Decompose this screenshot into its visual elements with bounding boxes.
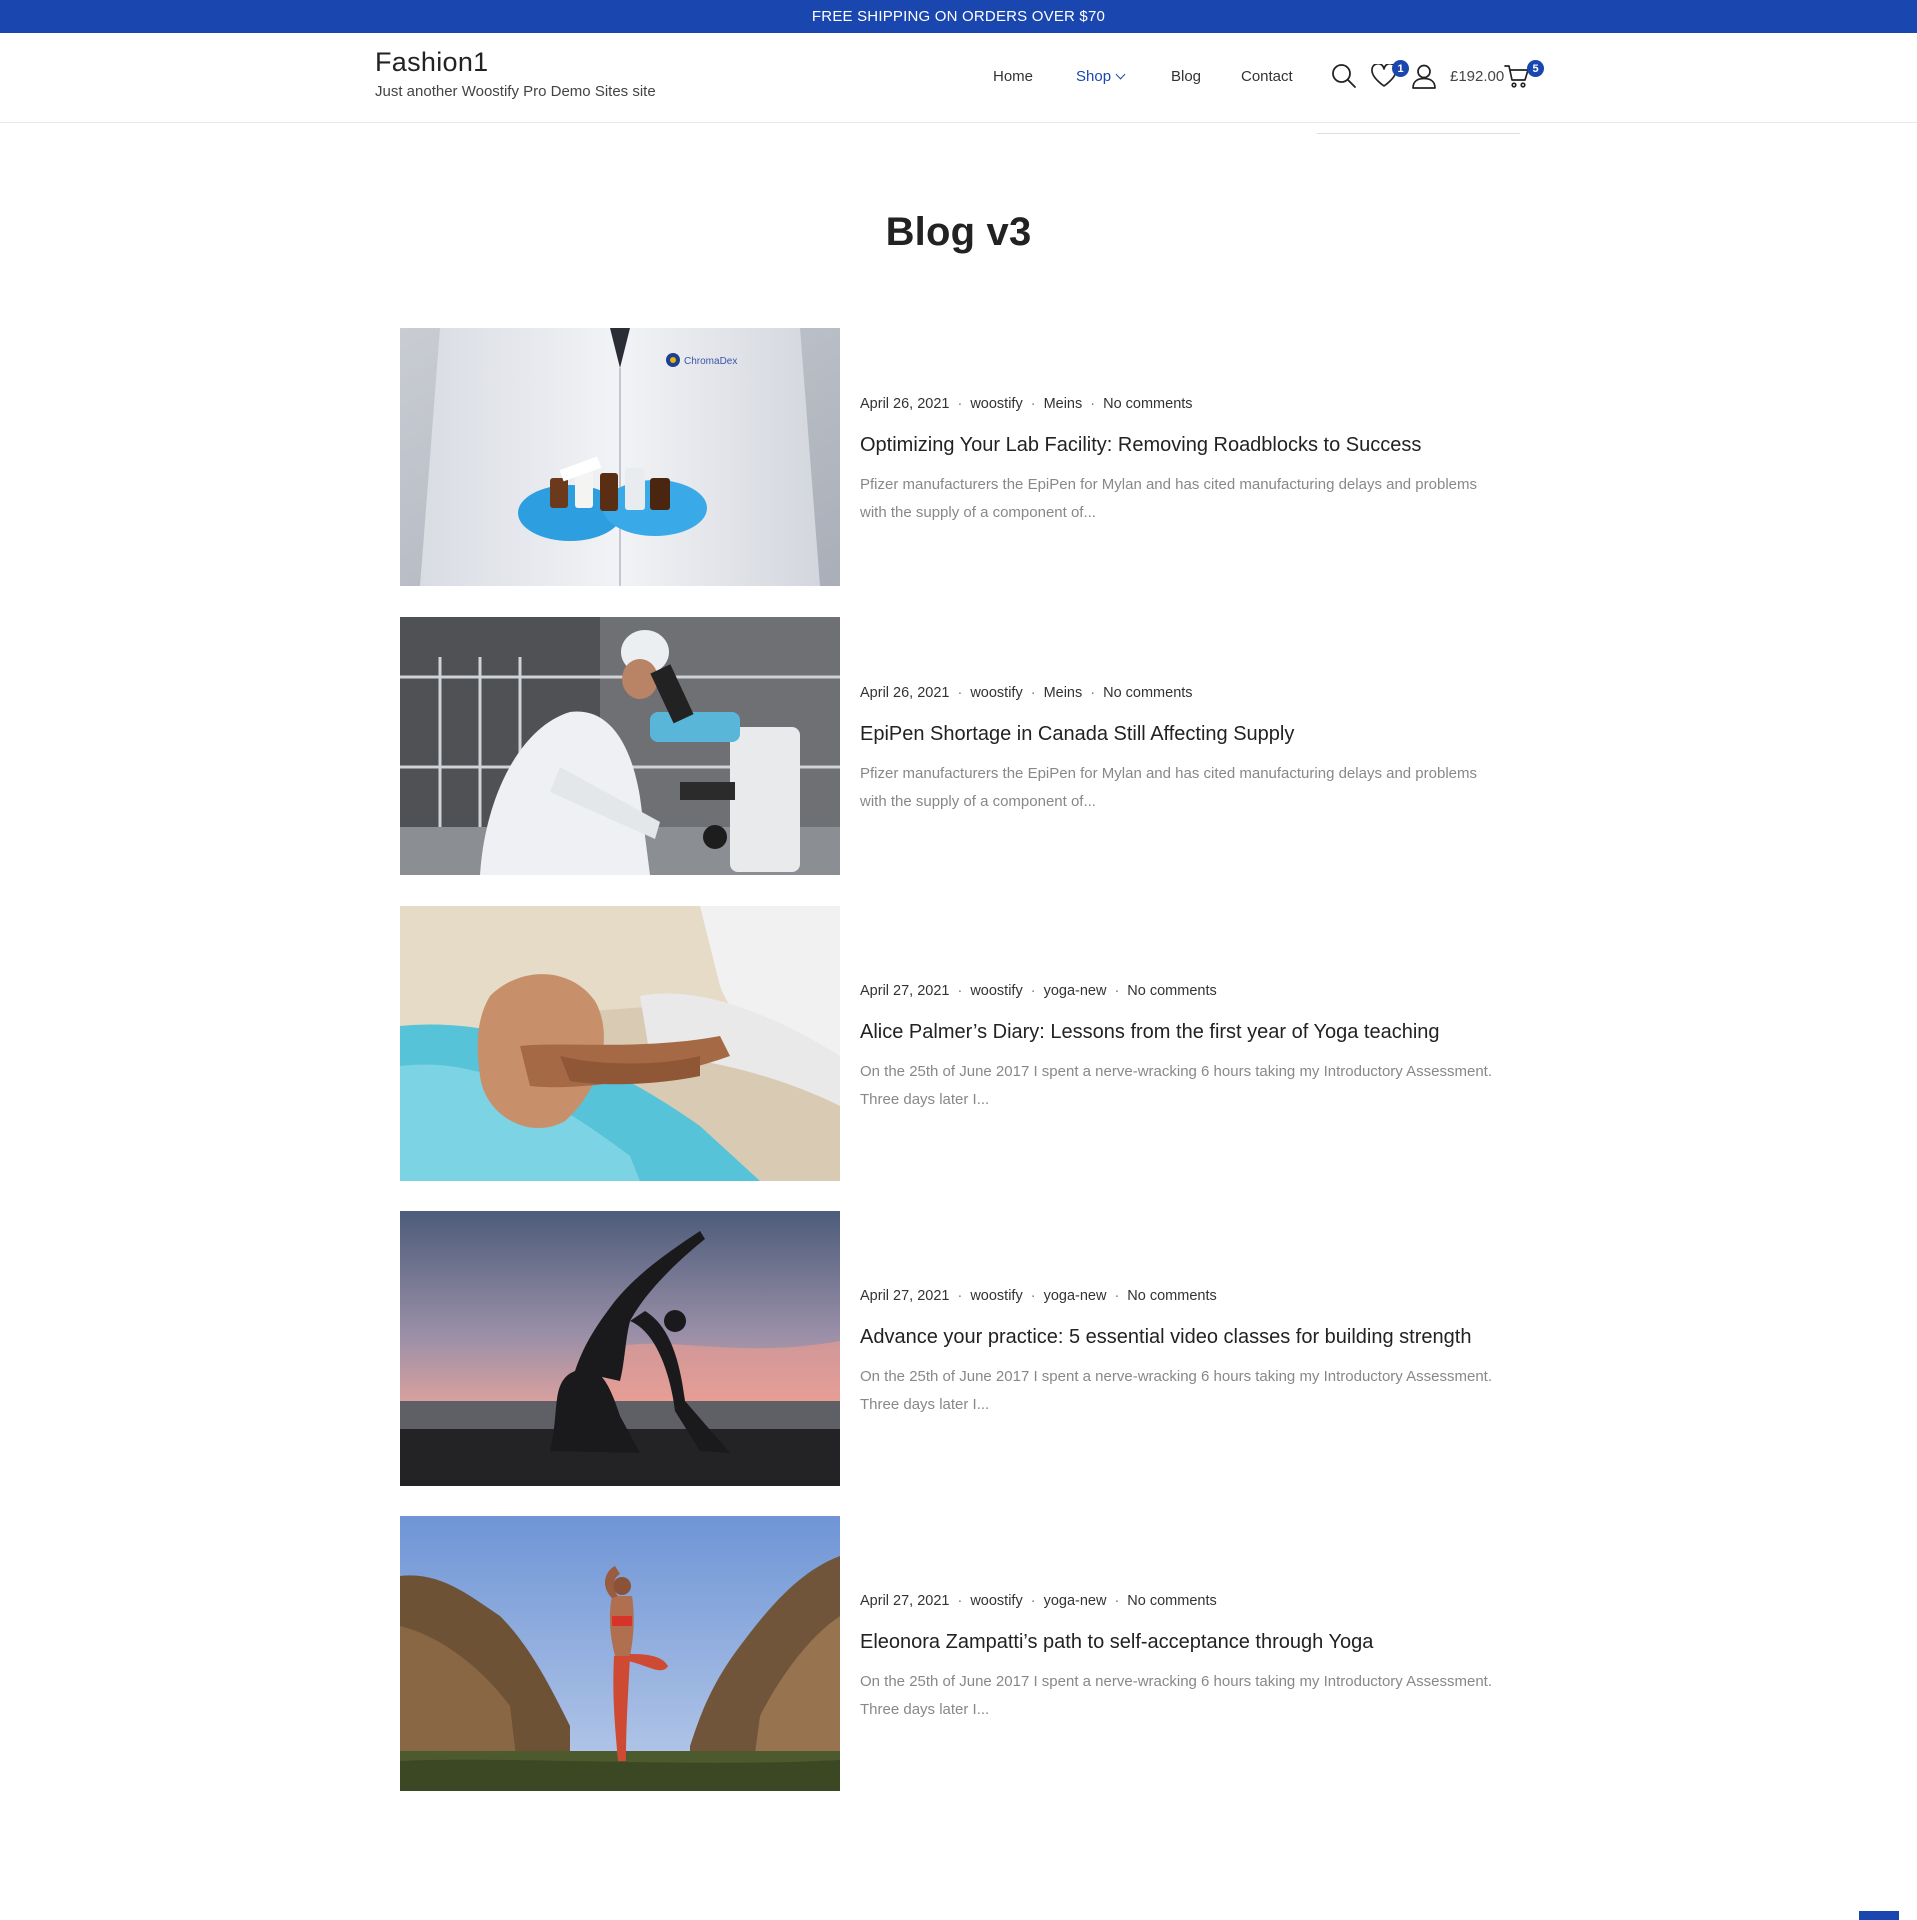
post-category[interactable]: yoga-new bbox=[1044, 1288, 1107, 1304]
post-category[interactable]: Meins bbox=[1044, 685, 1083, 701]
post-content: April 27, 2021 · woostify · yoga-new · No comm… bbox=[860, 1286, 1520, 1419]
post-excerpt-line: with the supply of a component of... bbox=[860, 504, 1096, 521]
post-thumbnail[interactable] bbox=[400, 906, 840, 1181]
post-content: April 26, 2021 · woostify · Meins · No comment… bbox=[860, 394, 1520, 527]
post-thumbnail[interactable] bbox=[400, 1516, 840, 1791]
post-title[interactable]: Eleonora Zampatti’s path to self-accepta… bbox=[860, 1629, 1520, 1655]
site-header: Fashion1 Just another Woostify Pro Demo … bbox=[0, 33, 1917, 123]
nav-item-shop-label: Shop bbox=[1076, 68, 1112, 85]
post-title[interactable]: Advance your practice: 5 essential video… bbox=[860, 1324, 1520, 1350]
post-thumbnail[interactable]: ChromaDex bbox=[400, 328, 840, 586]
post-excerpt-line: Pfizer manufacturers the EpiPen for Myla… bbox=[860, 765, 1477, 782]
post-author[interactable]: woostify bbox=[970, 983, 1022, 999]
page-title: Blog v3 bbox=[885, 210, 1032, 254]
post-meta: April 27, 2021 · woostify · yoga-new · No comm… bbox=[860, 1593, 1217, 1609]
post-title[interactable]: Optimizing Your Lab Facility: Removing R… bbox=[860, 432, 1520, 458]
site-title[interactable]: Fashion1 bbox=[375, 46, 656, 78]
post-excerpt-line: Three days later I... bbox=[860, 1701, 990, 1718]
blog-post: April 27, 2021 · woostify · yoga-new · No comm… bbox=[400, 1211, 1520, 1486]
post-excerpt-line: On the 25th of June 2017 I spent a nerve… bbox=[860, 1063, 1493, 1080]
post-title[interactable]: EpiPen Shortage in Canada Still Affectin… bbox=[860, 721, 1520, 747]
nav-item-shop[interactable]: Shop bbox=[1076, 67, 1126, 87]
post-content: April 27, 2021 · woostify · yoga-new · No comm… bbox=[860, 1591, 1520, 1724]
nav-item-home[interactable]: Home bbox=[993, 67, 1033, 87]
post-date[interactable]: April 27, 2021 bbox=[860, 1593, 949, 1609]
post-comments[interactable]: No comments bbox=[1103, 396, 1192, 412]
announcement-bar: FREE SHIPPING ON ORDERS OVER $70 bbox=[0, 0, 1917, 33]
blog-post: April 26, 2021 · woostify · Meins · No comment… bbox=[400, 617, 1520, 875]
post-excerpt-line: On the 25th of June 2017 I spent a nerve… bbox=[860, 1368, 1493, 1385]
nav-item-contact[interactable]: Contact bbox=[1241, 67, 1293, 87]
post-comments[interactable]: No comments bbox=[1127, 983, 1216, 999]
post-meta: April 26, 2021 · woostify · Meins · No comment… bbox=[860, 396, 1193, 412]
search-icon[interactable] bbox=[1331, 63, 1357, 94]
post-excerpt-line: with the supply of a component of... bbox=[860, 793, 1096, 810]
post-author[interactable]: woostify bbox=[970, 396, 1022, 412]
nav-item-blog[interactable]: Blog bbox=[1171, 67, 1201, 87]
dropdown-divider bbox=[1317, 133, 1520, 134]
cart-total[interactable]: £192.00 bbox=[1450, 67, 1504, 87]
post-date[interactable]: April 27, 2021 bbox=[860, 1288, 949, 1304]
post-meta: April 27, 2021 · woostify · yoga-new · No comm… bbox=[860, 1288, 1217, 1304]
post-excerpt: Pfizer manufacturers the EpiPen for Myla… bbox=[860, 471, 1520, 527]
post-author[interactable]: woostify bbox=[970, 685, 1022, 701]
post-excerpt-line: On the 25th of June 2017 I spent a nerve… bbox=[860, 1673, 1493, 1690]
post-thumbnail-logo-text: ChromaDex bbox=[684, 356, 737, 367]
post-date[interactable]: April 27, 2021 bbox=[860, 983, 949, 999]
post-comments[interactable]: No comments bbox=[1127, 1593, 1216, 1609]
blog-post: April 27, 2021 · woostify · yoga-new · No comm… bbox=[400, 1516, 1520, 1791]
site-tagline: Just another Woostify Pro Demo Sites sit… bbox=[375, 83, 656, 100]
cart-count-badge: 5 bbox=[1527, 60, 1544, 77]
post-excerpt-line: Three days later I... bbox=[860, 1091, 990, 1108]
back-to-top-button[interactable] bbox=[1859, 1911, 1899, 1920]
site-branding: Fashion1 Just another Woostify Pro Demo … bbox=[375, 46, 656, 102]
post-comments[interactable]: No comments bbox=[1127, 1288, 1216, 1304]
post-title[interactable]: Alice Palmer’s Diary: Lessons from the f… bbox=[860, 1019, 1520, 1045]
post-author[interactable]: woostify bbox=[970, 1288, 1022, 1304]
post-excerpt: On the 25th of June 2017 I spent a nerve… bbox=[860, 1058, 1520, 1114]
wishlist-count-badge: 1 bbox=[1392, 60, 1409, 77]
post-content: April 26, 2021 · woostify · Meins · No comment… bbox=[860, 683, 1520, 816]
post-meta: April 27, 2021 · woostify · yoga-new · No comm… bbox=[860, 983, 1217, 999]
post-excerpt-line: Three days later I... bbox=[860, 1396, 990, 1413]
post-excerpt-line: Pfizer manufacturers the EpiPen for Myla… bbox=[860, 476, 1477, 493]
post-date[interactable]: April 26, 2021 bbox=[860, 396, 949, 412]
user-account-icon[interactable] bbox=[1411, 63, 1437, 94]
post-comments[interactable]: No comments bbox=[1103, 685, 1192, 701]
post-date[interactable]: April 26, 2021 bbox=[860, 685, 949, 701]
post-thumbnail[interactable] bbox=[400, 617, 840, 875]
post-content: April 27, 2021 · woostify · yoga-new · No comm… bbox=[860, 981, 1520, 1114]
blog-post: April 27, 2021 · woostify · yoga-new · No comm… bbox=[400, 906, 1520, 1181]
post-category[interactable]: Meins bbox=[1044, 396, 1083, 412]
blog-post: ChromaDex April 26, 2021 · woostify · Meins ·… bbox=[400, 328, 1520, 586]
post-author[interactable]: woostify bbox=[970, 1593, 1022, 1609]
post-meta: April 26, 2021 · woostify · Meins · No comment… bbox=[860, 685, 1193, 701]
post-category[interactable]: yoga-new bbox=[1044, 1593, 1107, 1609]
chevron-down-icon bbox=[1115, 69, 1126, 80]
post-category[interactable]: yoga-new bbox=[1044, 983, 1107, 999]
announcement-text: FREE SHIPPING ON ORDERS OVER $70 bbox=[811, 8, 1106, 25]
post-excerpt: Pfizer manufacturers the EpiPen for Myla… bbox=[860, 760, 1520, 816]
post-excerpt: On the 25th of June 2017 I spent a nerve… bbox=[860, 1363, 1520, 1419]
post-excerpt: On the 25th of June 2017 I spent a nerve… bbox=[860, 1668, 1520, 1724]
post-thumbnail[interactable] bbox=[400, 1211, 840, 1486]
